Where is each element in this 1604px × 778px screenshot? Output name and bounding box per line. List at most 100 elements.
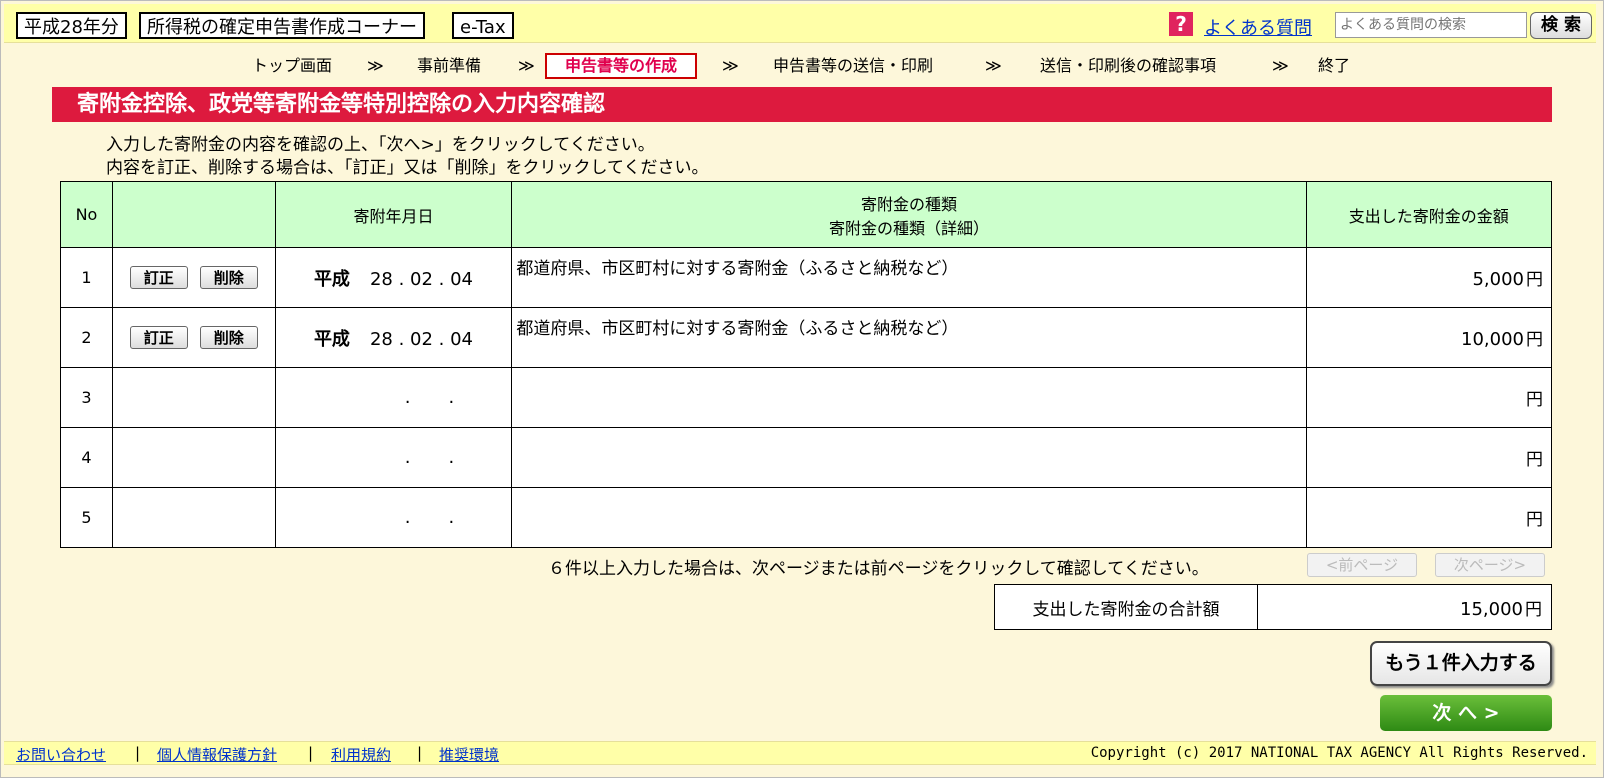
amount-value: 5,000 — [1472, 269, 1524, 290]
table-row: 5 .. 円 — [60, 487, 1553, 548]
row-no: 5 — [60, 487, 113, 548]
header-no: No — [60, 181, 113, 248]
donation-type: 都道府県、市区町村に対する寄附金（ふるさと納税など） — [516, 319, 959, 339]
instruction-line-1: 入力した寄附金の内容を確認の上、「次へ>」をクリックしてください。 — [106, 135, 655, 155]
row-date: 平成 28 . 02 . 04 — [274, 307, 513, 368]
copyright: Copyright (c) 2017 NATIONAL TAX AGENCY A… — [1090, 745, 1588, 761]
footer-link-terms[interactable]: 利用規約 — [331, 744, 391, 765]
row-date: .. — [274, 367, 513, 428]
donation-type: 都道府県、市区町村に対する寄附金（ふるさと納税など） — [516, 259, 959, 279]
row-type: 都道府県、市区町村に対する寄附金（ふるさと納税など） — [511, 247, 1307, 308]
row-no: 2 — [60, 307, 113, 368]
header-actions — [111, 181, 276, 248]
step-separator: ≫ — [367, 56, 384, 75]
yen-unit: 円 — [1526, 330, 1543, 350]
yen-unit: 円 — [1526, 510, 1543, 530]
step-create-return: 申告書等の作成 — [545, 53, 698, 79]
pager-note: ６件以上入力した場合は、次ページまたは前ページをクリックして確認してください。 — [548, 559, 1209, 579]
faq-search-input[interactable] — [1335, 12, 1527, 38]
table-row: 1 訂正 削除 平成 28 . 02 . 04 都道府県、市区町村に対する寄附金（ふ… — [60, 247, 1553, 308]
row-type: 都道府県、市区町村に対する寄附金（ふるさと納税など） — [511, 307, 1307, 368]
footer-link-privacy[interactable]: 個人情報保護方針 — [157, 744, 277, 765]
row-type — [511, 367, 1307, 428]
header-type-line2: 寄附金の種類（詳細） — [829, 218, 990, 238]
footer-separator: | — [417, 744, 423, 762]
table-row: 3 .. 円 — [60, 367, 1553, 428]
instruction-line-2: 内容を訂正、削除する場合は、「訂正」又は「削除」をクリックしてください。 — [106, 158, 709, 178]
question-icon[interactable]: ? — [1169, 12, 1193, 36]
empty-date-dots: .. — [404, 447, 493, 468]
header-type: 寄附金の種類 寄附金の種類（詳細） — [511, 181, 1307, 248]
step-separator: ≫ — [518, 56, 535, 75]
header-amount: 支出した寄附金の金額 — [1305, 181, 1553, 248]
next-button[interactable]: 次 へ > — [1380, 695, 1552, 731]
search-button[interactable]: 検 索 — [1530, 12, 1592, 39]
footer-bar: お問い合わせ | 個人情報保護方針 | 利用規約 | 推奨環境 Copyrigh… — [4, 741, 1596, 765]
step-top: トップ画面 — [252, 56, 333, 75]
yen-unit: 円 — [1526, 270, 1543, 290]
row-amount: 円 — [1305, 487, 1553, 548]
row-amount: 5,000 円 — [1305, 247, 1553, 308]
row-type — [511, 427, 1307, 488]
row-type — [511, 487, 1307, 548]
step-separator: ≫ — [722, 56, 739, 75]
empty-date-dots: .. — [404, 387, 493, 408]
step-preparation: 事前準備 — [417, 56, 482, 75]
prev-page-button[interactable]: <前ページ — [1307, 553, 1417, 577]
row-no: 1 — [60, 247, 113, 308]
delete-button[interactable]: 削除 — [199, 326, 258, 349]
step-separator: ≫ — [1272, 56, 1289, 75]
total-value: 15,000 — [1460, 598, 1523, 620]
step-separator: ≫ — [985, 56, 1002, 75]
footer-link-contact[interactable]: お問い合わせ — [16, 744, 106, 765]
header-type-line1: 寄附金の種類 — [861, 194, 958, 214]
table-header-row: No 寄附年月日 寄附金の種類 寄附金の種類（詳細） 支出した寄附金の金額 — [60, 181, 1553, 248]
footer-link-environment[interactable]: 推奨環境 — [439, 744, 499, 765]
row-no: 3 — [60, 367, 113, 428]
row-actions — [111, 367, 276, 428]
row-amount: 10,000 円 — [1305, 307, 1553, 368]
add-another-button[interactable]: もう１件入力する — [1370, 641, 1552, 686]
row-amount: 円 — [1305, 427, 1553, 488]
row-date: .. — [274, 427, 513, 488]
footer-separator: | — [135, 744, 141, 762]
row-actions: 訂正 削除 — [111, 307, 276, 368]
row-no: 4 — [60, 427, 113, 488]
date-era: 平成 — [313, 268, 350, 290]
row-actions: 訂正 削除 — [111, 247, 276, 308]
amount-value: 10,000 — [1461, 329, 1524, 350]
edit-button[interactable]: 訂正 — [129, 266, 188, 289]
footer-separator: | — [308, 744, 314, 762]
next-page-button[interactable]: 次ページ> — [1435, 553, 1545, 577]
page-title: 寄附金控除、政党等寄附金等特別控除の入力内容確認 — [52, 87, 1552, 122]
step-send-print: 申告書等の送信・印刷 — [773, 56, 934, 75]
table-row: 2 訂正 削除 平成 28 . 02 . 04 都道府県、市区町村に対する寄附金（ふ… — [60, 307, 1553, 368]
donation-table: No 寄附年月日 寄附金の種類 寄附金の種類（詳細） 支出した寄附金の金額 1 … — [60, 181, 1553, 548]
date-value: 28 . 02 . 04 — [369, 268, 473, 290]
year-label: 平成28年分 — [16, 12, 127, 39]
total-table: 支出した寄附金の合計額 15,000 円 — [994, 584, 1552, 630]
header-bar: 平成28年分 所得税の確定申告書作成コーナー e-Tax ? よくある質問 検 … — [4, 4, 1596, 43]
yen-unit: 円 — [1526, 390, 1543, 410]
delete-button[interactable]: 削除 — [199, 266, 258, 289]
faq-link[interactable]: よくある質問 — [1204, 14, 1312, 40]
corner-title: 所得税の確定申告書作成コーナー — [139, 12, 425, 39]
row-actions — [111, 427, 276, 488]
row-date: .. — [274, 487, 513, 548]
yen-unit: 円 — [1525, 599, 1542, 620]
empty-date-dots: .. — [404, 507, 493, 528]
step-post-confirm: 送信・印刷後の確認事項 — [1040, 56, 1217, 75]
table-row: 4 .. 円 — [60, 427, 1553, 488]
etax-label: e-Tax — [452, 12, 514, 39]
row-actions — [111, 487, 276, 548]
step-end: 終了 — [1318, 56, 1351, 75]
date-value: 28 . 02 . 04 — [369, 328, 473, 350]
total-amount-cell: 15,000 円 — [1257, 584, 1552, 630]
row-amount: 円 — [1305, 367, 1553, 428]
date-era: 平成 — [313, 328, 350, 350]
total-label: 支出した寄附金の合計額 — [994, 584, 1258, 630]
yen-unit: 円 — [1526, 450, 1543, 470]
row-date: 平成 28 . 02 . 04 — [274, 247, 513, 308]
header-date: 寄附年月日 — [274, 181, 513, 248]
edit-button[interactable]: 訂正 — [129, 326, 188, 349]
